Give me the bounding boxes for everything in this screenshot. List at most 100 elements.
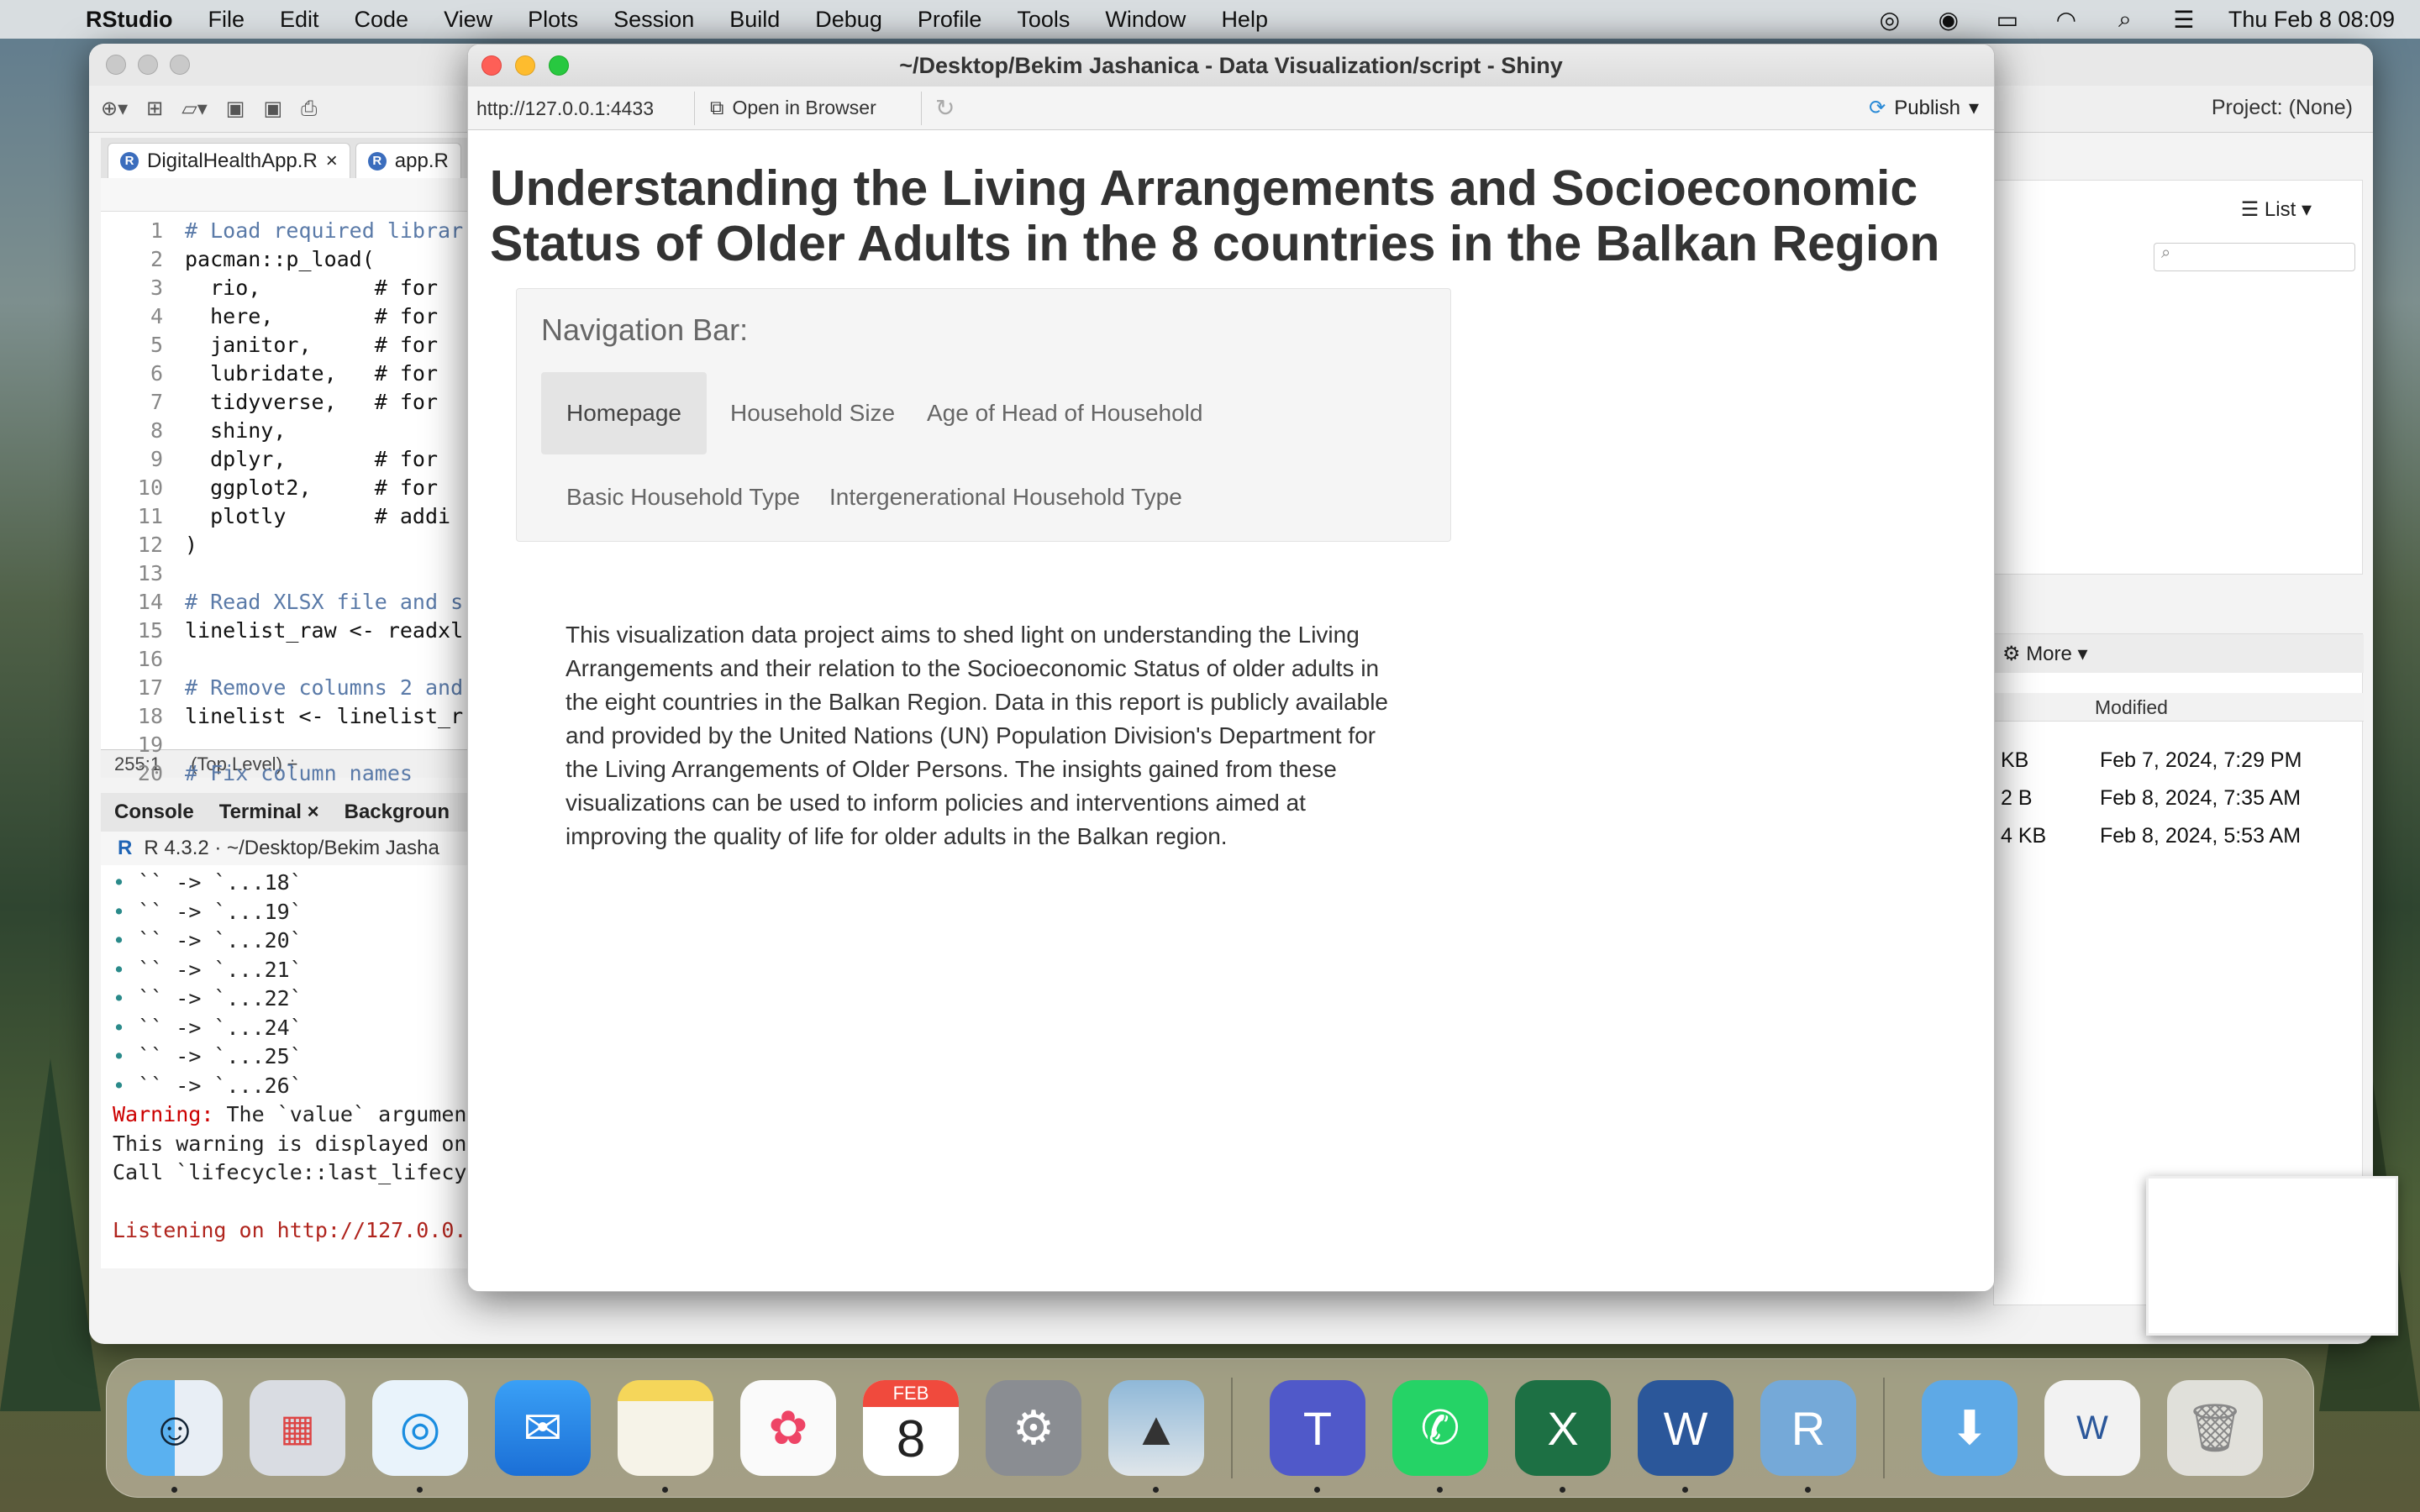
list-label: List xyxy=(2264,198,2296,221)
publish-button[interactable]: ⟳ Publish ▾ xyxy=(1869,96,1979,120)
line-number: 5 xyxy=(150,333,163,357)
shiny-titlebar: ~/Desktop/Bekim Jashanica - Data Visuali… xyxy=(468,45,1994,87)
menu-edit[interactable]: Edit xyxy=(280,7,319,33)
open-file-icon[interactable]: ▱▾ xyxy=(182,97,208,121)
nav-pill-basic-household-type[interactable]: Basic Household Type xyxy=(541,456,825,538)
url-display[interactable]: http://127.0.0.1:4433 xyxy=(468,91,695,125)
nav-pill-age-of-head[interactable]: Age of Head of Household xyxy=(902,372,1228,454)
new-project-icon[interactable]: ⊞ xyxy=(146,97,163,121)
calendar-icon[interactable]: FEB 8 xyxy=(863,1380,959,1476)
line-number: 13 xyxy=(137,561,163,585)
bullet-icon: • xyxy=(113,899,139,924)
nav-pill-intergenerational[interactable]: Intergenerational Household Type xyxy=(804,456,1207,538)
whatsapp-icon[interactable]: ✆ xyxy=(1392,1380,1488,1493)
line-number: 20 xyxy=(137,761,163,785)
bullet-icon: • xyxy=(113,1044,139,1068)
notes-icon[interactable] xyxy=(618,1380,713,1493)
menu-code[interactable]: Code xyxy=(355,7,409,33)
menu-plots[interactable]: Plots xyxy=(528,7,578,33)
launchpad-icon[interactable]: ▦ xyxy=(250,1380,345,1476)
preview-icon[interactable]: ▲ xyxy=(1108,1380,1204,1493)
tab-label: DigitalHealthApp.R xyxy=(147,149,318,172)
list-view-toggle[interactable]: ☰ List ▾ xyxy=(2241,197,2312,222)
modified-column-header[interactable]: Modified xyxy=(2095,696,2168,719)
file-row[interactable]: 2 B Feb 8, 2024, 7:35 AM xyxy=(1994,786,2364,820)
line-number: 11 xyxy=(137,504,163,528)
word-icon[interactable]: W xyxy=(1638,1380,1733,1493)
calendar-day: 8 xyxy=(896,1410,926,1468)
menubar-clock[interactable]: Thu Feb 8 08:09 xyxy=(2228,7,2395,33)
photos-icon[interactable]: ✿ xyxy=(740,1380,836,1476)
nav-pill-homepage[interactable]: Homepage xyxy=(541,372,707,454)
file-size: KB xyxy=(2001,748,2029,772)
control-center-icon[interactable]: ☰ xyxy=(2170,5,2198,34)
wifi-icon[interactable]: ◠ xyxy=(2052,5,2081,34)
user-account-icon[interactable]: ◉ xyxy=(1934,5,1963,34)
menu-view[interactable]: View xyxy=(444,7,492,33)
environment-pane: ☰ List ▾ ⌕ xyxy=(1993,180,2363,575)
trash-icon[interactable]: 🗑 xyxy=(2167,1380,2263,1476)
rstudio-icon[interactable]: R xyxy=(1760,1380,1856,1493)
code-text: ggplot2, # for xyxy=(185,475,439,500)
menu-file[interactable]: File xyxy=(208,7,245,33)
file-modified: Feb 8, 2024, 7:35 AM xyxy=(2100,786,2302,810)
document-icon[interactable]: W xyxy=(2044,1380,2140,1476)
console-text: `` -> `...26` xyxy=(138,1073,302,1098)
file-modified: Feb 8, 2024, 5:53 AM xyxy=(2100,824,2302,848)
screenshot-thumbnail[interactable] xyxy=(2146,1176,2398,1336)
tab-terminal[interactable]: Terminal × xyxy=(219,801,319,824)
menu-tools[interactable]: Tools xyxy=(1017,7,1070,33)
save-icon[interactable]: ▣ xyxy=(226,97,245,121)
print-icon[interactable]: ⎙ xyxy=(301,97,317,121)
r-file-icon: R xyxy=(367,151,387,171)
close-button[interactable] xyxy=(106,55,126,75)
nav-title: Navigation Bar: xyxy=(541,312,749,347)
mail-icon[interactable]: ✉ xyxy=(495,1380,591,1476)
more-label: More xyxy=(2026,642,2072,665)
menu-session[interactable]: Session xyxy=(613,7,694,33)
airdrop-icon[interactable]: ◎ xyxy=(1876,5,1904,34)
intro-paragraph: This visualization data project aims to … xyxy=(566,622,1389,849)
save-all-icon[interactable]: ▣ xyxy=(263,97,282,121)
excel-icon[interactable]: X xyxy=(1515,1380,1611,1493)
battery-icon[interactable]: ▭ xyxy=(1993,5,2022,34)
safari-icon[interactable]: ◎ xyxy=(372,1380,468,1493)
downloads-icon[interactable]: ⬇ xyxy=(1922,1380,2018,1476)
minimize-button[interactable] xyxy=(138,55,158,75)
new-file-icon[interactable]: ⊕▾ xyxy=(101,97,128,121)
code-text: # Read XLSX file and s xyxy=(185,590,464,614)
file-row[interactable]: 4 KB Feb 8, 2024, 5:53 AM xyxy=(1994,824,2364,858)
teams-icon[interactable]: T xyxy=(1270,1380,1365,1493)
menu-window[interactable]: Window xyxy=(1105,7,1186,33)
menu-build[interactable]: Build xyxy=(729,7,780,33)
menu-app-name[interactable]: RStudio xyxy=(86,7,172,33)
external-link-icon: ⧉ xyxy=(710,97,724,118)
right-panes: ☰ List ▾ ⌕ ⚙ More ▾ Modified KB Feb 7, 2… xyxy=(1993,138,2366,1331)
menu-debug[interactable]: Debug xyxy=(815,7,882,33)
menu-help[interactable]: Help xyxy=(1221,7,1268,33)
file-row[interactable]: KB Feb 7, 2024, 7:29 PM xyxy=(1994,748,2364,782)
project-selector[interactable]: Project: (None) xyxy=(2212,96,2353,120)
environment-search-input[interactable]: ⌕ xyxy=(2154,243,2355,271)
line-number: 7 xyxy=(150,390,163,414)
open-in-browser-button[interactable]: ⧉ Open in Browser xyxy=(695,91,922,125)
nav-pill-household-size[interactable]: Household Size xyxy=(705,372,920,454)
code-text: janitor, # for xyxy=(185,333,439,357)
code-text: ) xyxy=(185,533,198,557)
finder-icon[interactable]: ☺ xyxy=(127,1380,223,1493)
close-icon[interactable]: × xyxy=(326,150,338,173)
tab-digitalhealthapp[interactable]: R DigitalHealthApp.R × xyxy=(108,143,350,178)
zoom-button[interactable] xyxy=(170,55,190,75)
more-menu[interactable]: ⚙ More ▾ xyxy=(2002,642,2088,666)
tab-background-jobs[interactable]: Backgroun xyxy=(345,801,450,824)
tab-console[interactable]: Console xyxy=(114,801,194,824)
menu-profile[interactable]: Profile xyxy=(918,7,982,33)
reload-icon[interactable]: ↻ xyxy=(922,94,955,122)
tab-app-r[interactable]: R app.R xyxy=(355,143,461,178)
r-file-icon: R xyxy=(120,151,139,171)
bullet-icon: • xyxy=(113,870,139,895)
system-settings-icon[interactable]: ⚙ xyxy=(986,1380,1081,1476)
search-icon[interactable]: ⌕ xyxy=(2111,5,2139,34)
code-text: shiny, xyxy=(185,418,287,443)
code-text: lubridate, # for xyxy=(185,361,439,386)
